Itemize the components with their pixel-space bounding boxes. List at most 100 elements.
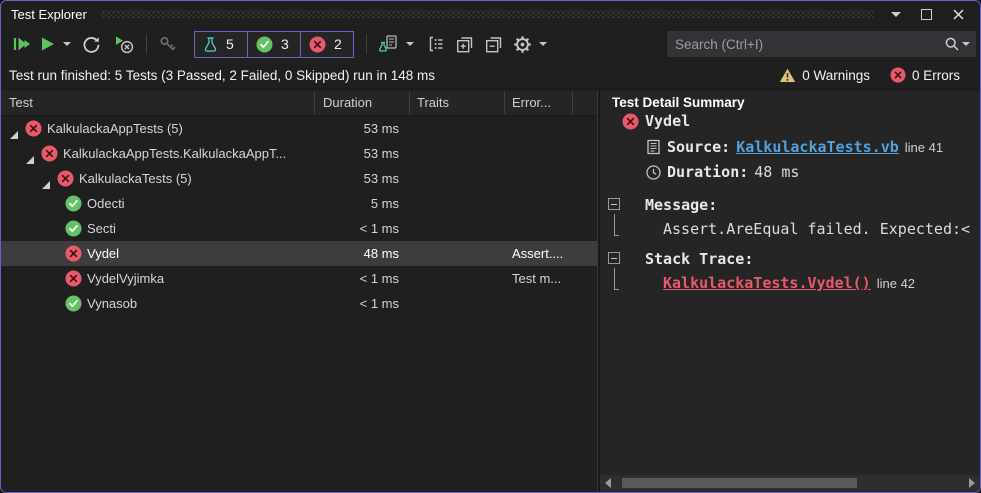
test-tree-row[interactable]: Secti < 1 ms <box>1 216 597 241</box>
stack-trace-fold-guide <box>614 268 619 290</box>
test-name: Secti <box>87 221 116 236</box>
test-duration: < 1 ms <box>359 271 399 286</box>
message-text: Assert.AreEqual failed. Expected:< <box>663 220 971 238</box>
test-passed-icon <box>65 195 82 212</box>
run-dropdown-icon[interactable] <box>63 42 71 46</box>
scrollbar-thumb[interactable] <box>622 478 857 488</box>
test-duration: 53 ms <box>363 146 399 161</box>
scroll-right-icon[interactable] <box>964 475 980 491</box>
test-name: VydelVyjimka <box>87 271 165 286</box>
test-tree-row[interactable]: KalkulackaAppTests (5) 53 ms <box>1 116 597 141</box>
test-failed-icon <box>57 170 74 187</box>
table-header: Test Duration Traits Error... <box>1 90 597 116</box>
test-passed-icon <box>65 220 82 237</box>
collapse-all-icon[interactable] <box>481 31 506 57</box>
filter-passed-tests-button[interactable]: 3 <box>247 30 301 58</box>
test-name: KalkulackaAppTests (5) <box>47 121 183 136</box>
window-title: Test Explorer <box>11 6 87 22</box>
filter-key-icon <box>155 31 180 57</box>
stack-trace-collapse-toggle[interactable] <box>608 252 620 264</box>
test-duration: 5 ms <box>370 196 399 211</box>
playlist-dropdown-icon[interactable] <box>406 42 414 46</box>
test-name: Vynasob <box>87 296 138 311</box>
column-header-test[interactable]: Test <box>9 90 33 115</box>
test-passed-icon <box>65 295 82 312</box>
test-run-summary: Test run finished: 5 Tests (3 Passed, 2 … <box>9 67 435 83</box>
test-failed-icon <box>41 145 58 162</box>
test-name: KalkulackaAppTests.KalkulackaAppT... <box>63 146 287 161</box>
duration-clock-icon <box>646 164 661 180</box>
total-tests-count: 5 <box>226 36 234 52</box>
test-detail-panel: Test Detail Summary Vydel Source: Kalkul… <box>600 90 980 492</box>
expand-all-icon[interactable] <box>452 31 477 57</box>
expanded-chevron-icon[interactable] <box>9 123 19 139</box>
cancel-run-icon[interactable] <box>110 31 138 57</box>
test-tree-row[interactable]: KalkulackaTests (5) 53 ms <box>1 166 597 191</box>
run-all-tests-icon[interactable] <box>9 31 36 57</box>
stack-trace-link[interactable]: KalkulackaTests.Vydel() <box>663 274 871 292</box>
source-label: Source: <box>667 138 731 156</box>
detail-panel-title: Test Detail Summary <box>612 95 745 110</box>
statusbar: Test run finished: 5 Tests (3 Passed, 2 … <box>1 61 980 89</box>
expanded-chevron-icon[interactable] <box>25 148 35 164</box>
test-failed-icon <box>65 270 82 287</box>
test-duration: 53 ms <box>363 121 399 136</box>
test-tree-row[interactable]: KalkulackaAppTests.KalkulackaAppT... 53 m… <box>1 141 597 166</box>
failed-tests-count: 2 <box>334 36 342 52</box>
toolbar: 5 3 2 <box>1 27 980 61</box>
column-header-duration[interactable]: Duration <box>323 90 372 115</box>
filter-all-tests-button[interactable]: 5 <box>194 30 248 58</box>
horizontal-scrollbar <box>600 475 980 491</box>
test-failed-icon <box>25 120 42 137</box>
test-tree-row[interactable]: Vydel 48 ms Assert.... <box>1 241 597 266</box>
repeat-last-run-icon[interactable] <box>79 31 104 57</box>
titlebar: Test Explorer <box>1 1 980 27</box>
scroll-left-icon[interactable] <box>600 475 616 491</box>
maximize-icon[interactable] <box>918 1 935 27</box>
close-icon[interactable] <box>949 1 968 27</box>
search-box <box>667 31 976 57</box>
warnings-status[interactable]: 0 Warnings <box>779 68 870 83</box>
column-header-traits[interactable]: Traits <box>417 90 449 115</box>
message-fold-guide <box>614 214 619 236</box>
test-name: KalkulackaTests (5) <box>79 171 192 186</box>
beaker-icon <box>204 36 217 52</box>
test-tree-row[interactable]: Vynasob < 1 ms <box>1 291 597 316</box>
detail-test-name: Vydel <box>645 112 691 130</box>
drag-grip[interactable] <box>100 10 874 18</box>
expanded-chevron-icon[interactable] <box>41 173 51 189</box>
source-line-number: line 41 <box>904 139 944 155</box>
source-file-icon <box>647 139 660 155</box>
test-name: Vydel <box>87 246 120 261</box>
playlist-icon[interactable] <box>375 31 402 57</box>
stack-trace-line-number: line 42 <box>876 275 916 291</box>
test-explorer-window: Test Explorer 5 3 2 Search (Ctrl+I) Test… <box>0 0 981 493</box>
window-menu-chevron-icon[interactable] <box>888 1 904 27</box>
test-passed-icon <box>256 36 273 52</box>
test-tree-row[interactable]: VydelVyjimka < 1 ms Test m... <box>1 266 597 291</box>
message-collapse-toggle[interactable] <box>608 198 620 210</box>
test-failed-icon <box>622 113 639 129</box>
duration-value: 48 ms <box>754 163 800 181</box>
group-by-icon[interactable] <box>424 31 448 57</box>
passed-tests-count: 3 <box>281 36 289 52</box>
errors-status[interactable]: 0 Errors <box>890 67 960 83</box>
settings-gear-icon[interactable] <box>510 31 535 57</box>
source-file-link[interactable]: KalkulackaTests.vb <box>736 138 899 156</box>
search-icon[interactable] <box>944 36 960 52</box>
duration-label: Duration: <box>667 163 749 181</box>
error-icon <box>890 67 906 83</box>
search-options-dropdown-icon[interactable] <box>962 42 970 46</box>
test-error: Test m... <box>512 271 562 286</box>
test-duration: 48 ms <box>363 246 399 261</box>
column-header-error[interactable]: Error... <box>512 90 551 115</box>
test-duration: < 1 ms <box>359 296 399 311</box>
filter-failed-tests-button[interactable]: 2 <box>300 30 354 58</box>
run-test-icon[interactable] <box>36 31 59 57</box>
test-error: Assert.... <box>512 246 564 261</box>
settings-dropdown-icon[interactable] <box>539 42 547 46</box>
warning-icon <box>780 68 796 82</box>
stack-trace-label: Stack Trace: <box>645 250 754 268</box>
search-input[interactable] <box>667 36 944 52</box>
test-tree-row[interactable]: Odecti 5 ms <box>1 191 597 216</box>
